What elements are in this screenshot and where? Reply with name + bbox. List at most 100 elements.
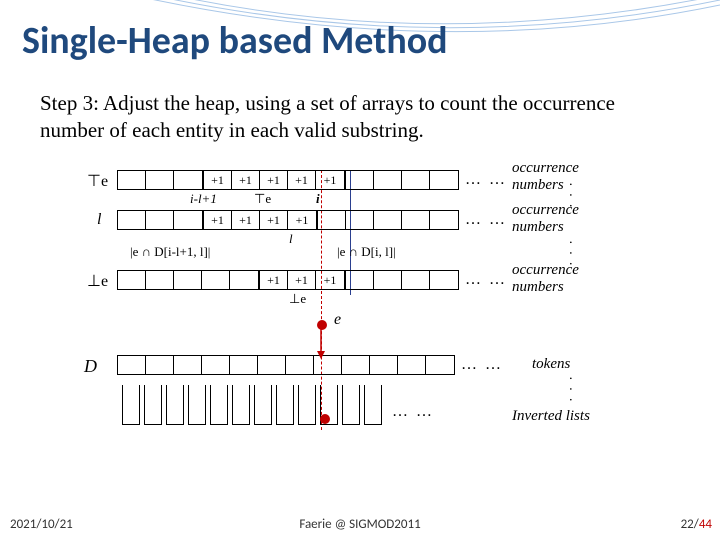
empty-cell [230,271,258,289]
empty-cell [258,356,286,374]
empty-cell [174,211,202,229]
annot-i-l-plus-1: i-l+1 [190,191,217,207]
annot-bot-e-small: ⊥e [289,291,306,307]
inverted-list-box [364,385,382,425]
annot-i: i [316,191,320,207]
empty-cell [430,211,458,229]
empty-cell [398,356,426,374]
row-d: … … [117,355,509,375]
empty-cell [346,211,374,229]
dots: … … [465,271,507,289]
empty-cell [146,356,174,374]
dots: … … [392,403,434,421]
empty-cell [202,271,230,289]
empty-cell [346,171,374,189]
inverted-list-box [210,385,228,425]
page-total: 44 [699,517,712,532]
annot-top-e: ⊤e [254,191,271,207]
row-bot: +1 +1 +1 … … [117,270,513,290]
cell: +1 [232,211,260,229]
row-top: +1 +1 +1 +1 +1 … … [117,170,513,190]
cell: +1 [288,171,316,189]
cell: +1 [288,211,316,229]
empty-cell [370,356,398,374]
empty-cell [146,171,174,189]
e-label: e [334,311,341,329]
empty-cell [174,356,202,374]
empty-cell [146,211,174,229]
cell: +1 [288,271,316,289]
empty-cell [174,271,202,289]
empty-cell [430,171,458,189]
empty-cell [118,211,146,229]
empty-cell [146,271,174,289]
inverted-list-box [254,385,272,425]
d-cells [117,355,455,375]
empty-cell [202,356,230,374]
inverted-lists-row: … … [122,385,440,425]
row-l: +1 +1 +1 +1 … … [117,210,513,230]
d-label: D [84,356,97,377]
empty-cell [342,356,370,374]
cell: +1 [316,271,344,289]
empty-cell [174,171,202,189]
arrow-down-icon [317,325,329,359]
row-bot-leading [117,270,259,290]
empty-cell [374,271,402,289]
inverted-list-box [276,385,294,425]
cell: +1 [232,171,260,189]
cell: +1 [260,271,288,289]
empty-cell [430,271,458,289]
page-current: 22 [681,517,694,532]
dots: … … [461,356,503,374]
dots: … … [465,171,507,189]
diagram: ⊤e +1 +1 +1 +1 +1 … … occurrence nu [92,170,632,490]
step-description: Step 3: Adjust the heap, using a set of … [40,90,680,145]
row-bot-label: ⊥e [87,271,108,291]
slide-title: Single-Heap based Method [22,18,448,64]
row-top-trailing [345,170,459,190]
row-bot-values: +1 +1 +1 [259,270,345,290]
empty-cell [374,171,402,189]
cell: +1 [204,171,232,189]
empty-cell [346,271,374,289]
slide: Single-Heap based Method Step 3: Adjust … [0,0,720,540]
cell: +1 [260,211,288,229]
row-top-values: +1 +1 +1 +1 +1 [203,170,345,190]
cell: +1 [204,211,232,229]
row-l-label: l [97,211,101,229]
inverted-list-box [122,385,140,425]
empty-cell [402,171,430,189]
empty-cell [374,211,402,229]
inverted-lists-label: Inverted lists [512,408,590,425]
row-l-values: +1 +1 +1 +1 [203,210,317,230]
inverted-list-box [144,385,162,425]
footer-center: Faerie @ SIGMOD2011 [299,517,420,532]
empty-cell [426,356,454,374]
footer-date: 2021/10/21 [10,517,73,532]
inverted-list-box [342,385,360,425]
empty-cell [230,356,258,374]
row-top-leading [117,170,203,190]
inverted-list-box [232,385,250,425]
inverted-list-box [188,385,206,425]
row-top-label: ⊤e [87,171,108,191]
empty-cell [286,356,314,374]
vertical-dots-3: ··· [561,376,577,408]
empty-cell [318,211,346,229]
empty-cell [118,271,146,289]
row-l-right-label: occurrence numbers [512,202,632,236]
brace-right-label: |e ∩ D[i, l]| [337,244,396,260]
inverted-list-box [166,385,184,425]
annot-l-small: l [289,231,293,247]
empty-cell [118,356,146,374]
row-l-trailing [317,210,459,230]
brace-left-label: |e ∩ D[i-l+1, l]| [130,244,210,260]
empty-cell [402,211,430,229]
row-l-leading [117,210,203,230]
row-bot-trailing [345,270,459,290]
row-bot-right-label: occurrence numbers [512,262,632,296]
tokens-label: tokens [532,356,570,373]
dots: … … [465,211,507,229]
inverted-list-box [298,385,316,425]
